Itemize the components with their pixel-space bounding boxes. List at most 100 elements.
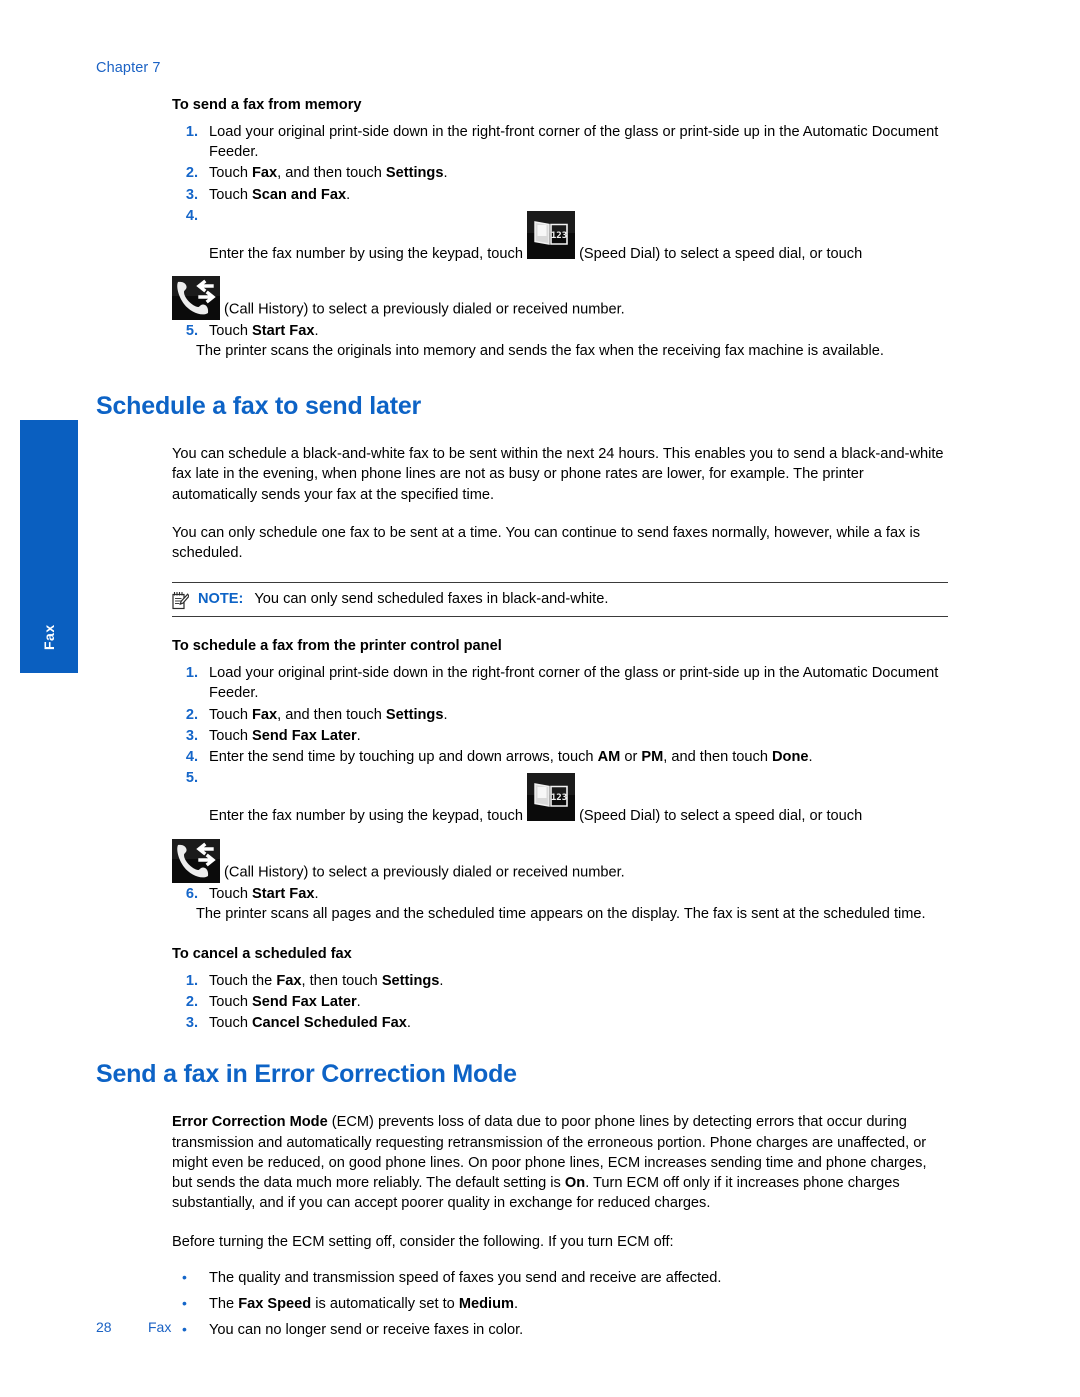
inline-text: (Speed Dial) to select a speed dial, or … — [575, 808, 863, 825]
bullet-item: • The Fax Speed is automatically set to M… — [172, 1294, 948, 1314]
steps-send-from-memory: 1. Load your original print-side down in … — [172, 122, 948, 362]
inline-text: Touch — [209, 885, 252, 902]
inline-text: Touch — [209, 186, 252, 203]
inline-text: , and then touch — [277, 165, 386, 182]
section-tab-label: Fax — [41, 624, 57, 650]
note-label: NOTE: — [198, 590, 244, 607]
step-line-call-history: (Call History) to select a previously di… — [172, 276, 948, 321]
inline-text: . — [513, 1296, 519, 1313]
emphasis-text: Scan and Fax — [252, 186, 347, 203]
step-number: 1. — [185, 972, 198, 989]
emphasis-text: Fax — [252, 706, 278, 723]
inline-text: . — [808, 749, 813, 766]
page-footer: 28 Fax — [96, 1319, 171, 1335]
inline-text: Enter the fax number by using the keypad… — [209, 808, 528, 825]
step-number: 6. — [185, 885, 198, 902]
inline-text: . — [314, 885, 319, 902]
step-text: Enter the send time by touching up and d… — [209, 747, 948, 767]
step-item: 1. Load your original print-side down in … — [172, 663, 948, 704]
step-number: 3. — [185, 727, 198, 744]
bullet-marker: • — [182, 1268, 187, 1285]
step-item: 3. Touch Scan and Fax. — [172, 185, 948, 205]
emphasis-text: Send Fax Later — [252, 994, 357, 1011]
note-text: You can only send scheduled faxes in bla… — [254, 590, 609, 607]
step-text: Touch Scan and Fax. — [209, 185, 948, 205]
svg-text:123: 123 — [551, 793, 567, 803]
step-item: 3. Touch Send Fax Later. — [172, 726, 948, 746]
inline-text: You can no longer send or receive faxes … — [209, 1322, 524, 1339]
inline-text: (Call History) to select a previously di… — [220, 301, 625, 318]
icon-overflow-spacer — [209, 206, 948, 244]
step-item: 6. Touch Start Fax. The printer scans all … — [172, 884, 948, 925]
step-number: 2. — [185, 706, 198, 723]
emphasis-text: Cancel Scheduled Fax — [252, 1015, 407, 1032]
inline-text: , and then touch — [277, 706, 386, 723]
svg-text:123: 123 — [551, 231, 567, 241]
emphasis-text: On — [564, 1175, 586, 1192]
step-item: 5. Enter the fax number by using the keyp… — [172, 768, 948, 883]
inline-text: (Call History) to select a previously di… — [220, 864, 625, 881]
emphasis-text: Done — [772, 749, 809, 766]
step-item: 4. Enter the fax number by using the keyp… — [172, 206, 948, 321]
step-text: Touch Fax, and then touch Settings. — [209, 163, 948, 183]
step-line-speed-dial: Enter the fax number by using the keypad… — [209, 773, 948, 826]
inline-text: Touch — [209, 1015, 252, 1032]
emphasis-text: Medium — [458, 1296, 514, 1313]
inline-text: Touch — [209, 706, 252, 723]
step-line-speed-dial: Enter the fax number by using the keypad… — [209, 210, 948, 264]
document-page: Chapter 7 Fax To send a fax from memory … — [0, 0, 1080, 1397]
emphasis-text: Start Fax — [252, 885, 315, 902]
emphasis-text: Settings — [381, 972, 440, 989]
speed-dial-icon: 123 — [527, 773, 576, 822]
emphasis-text: AM — [597, 749, 621, 766]
step-text: Load your original print-side down in th… — [209, 663, 948, 704]
emphasis-text: Error Correction Mode — [172, 1114, 328, 1131]
step-followup-text: The printer scans all pages and the sche… — [196, 905, 926, 922]
inline-text: . — [406, 1015, 411, 1032]
bullet-item: • The quality and transmission speed of f… — [172, 1268, 948, 1288]
step-item: 1. Load your original print-side down in … — [172, 122, 948, 163]
note-box: NOTE: You can only send scheduled faxes … — [172, 581, 948, 618]
inline-text: The — [209, 1296, 239, 1313]
bullet-text: The quality and transmission speed of fa… — [209, 1270, 721, 1286]
steps-cancel-scheduled-fax: 1. Touch the Fax, then touch Settings. 2. T… — [172, 971, 948, 1034]
bullet-text: You can no longer send or receive faxes … — [209, 1322, 523, 1338]
inline-text: . — [356, 994, 361, 1011]
procedure-send-from-memory: To send a fax from memory 1. Load your or… — [172, 96, 948, 362]
step-item: 4. Enter the send time by touching up and… — [172, 747, 948, 767]
inline-text: Load your original print-side down in th… — [209, 664, 939, 702]
step-number: 2. — [185, 165, 198, 182]
call-history-icon — [172, 838, 220, 883]
step-item: 2. Touch Send Fax Later. — [172, 992, 948, 1012]
step-number: 1. — [185, 123, 198, 140]
steps-schedule-fax: 1. Load your original print-side down in … — [172, 663, 948, 924]
ecm-body: Error Correction Mode (ECM) prevents los… — [172, 1112, 948, 1341]
inline-text: The quality and transmission speed of fa… — [209, 1269, 722, 1286]
chapter-header: Chapter 7 — [96, 60, 161, 76]
section-heading-schedule: Schedule a fax to send later — [96, 391, 422, 420]
step-text: Touch Start Fax. The printer scans all pa… — [196, 884, 948, 925]
inline-text: Touch — [209, 994, 252, 1011]
inline-text: Touch — [209, 165, 252, 182]
procedure-title-cancel: To cancel a scheduled fax — [172, 946, 352, 963]
step-number: 1. — [185, 664, 198, 681]
inline-text: (Speed Dial) to select a speed dial, or … — [575, 245, 863, 262]
step-number: 3. — [185, 1015, 198, 1032]
step-line-call-history: (Call History) to select a previously di… — [172, 838, 948, 883]
step-text: Touch Start Fax. The printer scans the or… — [196, 321, 948, 362]
step-followup-text: The printer scans the originals into mem… — [196, 343, 884, 360]
step-item: 2. Touch Fax, and then touch Settings. — [172, 705, 948, 725]
ecm-bullet-list: • The quality and transmission speed of f… — [172, 1268, 948, 1341]
schedule-paragraph-1: You can schedule a black-and-white fax t… — [172, 446, 944, 503]
inline-text: Enter the fax number by using the keypad… — [209, 245, 528, 262]
ecm-paragraph-2: Before turning the ECM setting off, cons… — [172, 1233, 674, 1250]
inline-text: Touch — [209, 323, 252, 340]
step-text: Enter the fax number by using the keypad… — [172, 768, 948, 883]
bullet-item: • You can no longer send or receive faxes… — [172, 1320, 948, 1340]
section-heading-ecm: Send a fax in Error Correction Mode — [96, 1059, 517, 1088]
step-text: Touch Send Fax Later. — [209, 726, 948, 746]
call-history-icon — [172, 276, 220, 321]
step-text: Load your original print-side down in th… — [209, 122, 948, 163]
emphasis-text: Start Fax — [252, 323, 315, 340]
